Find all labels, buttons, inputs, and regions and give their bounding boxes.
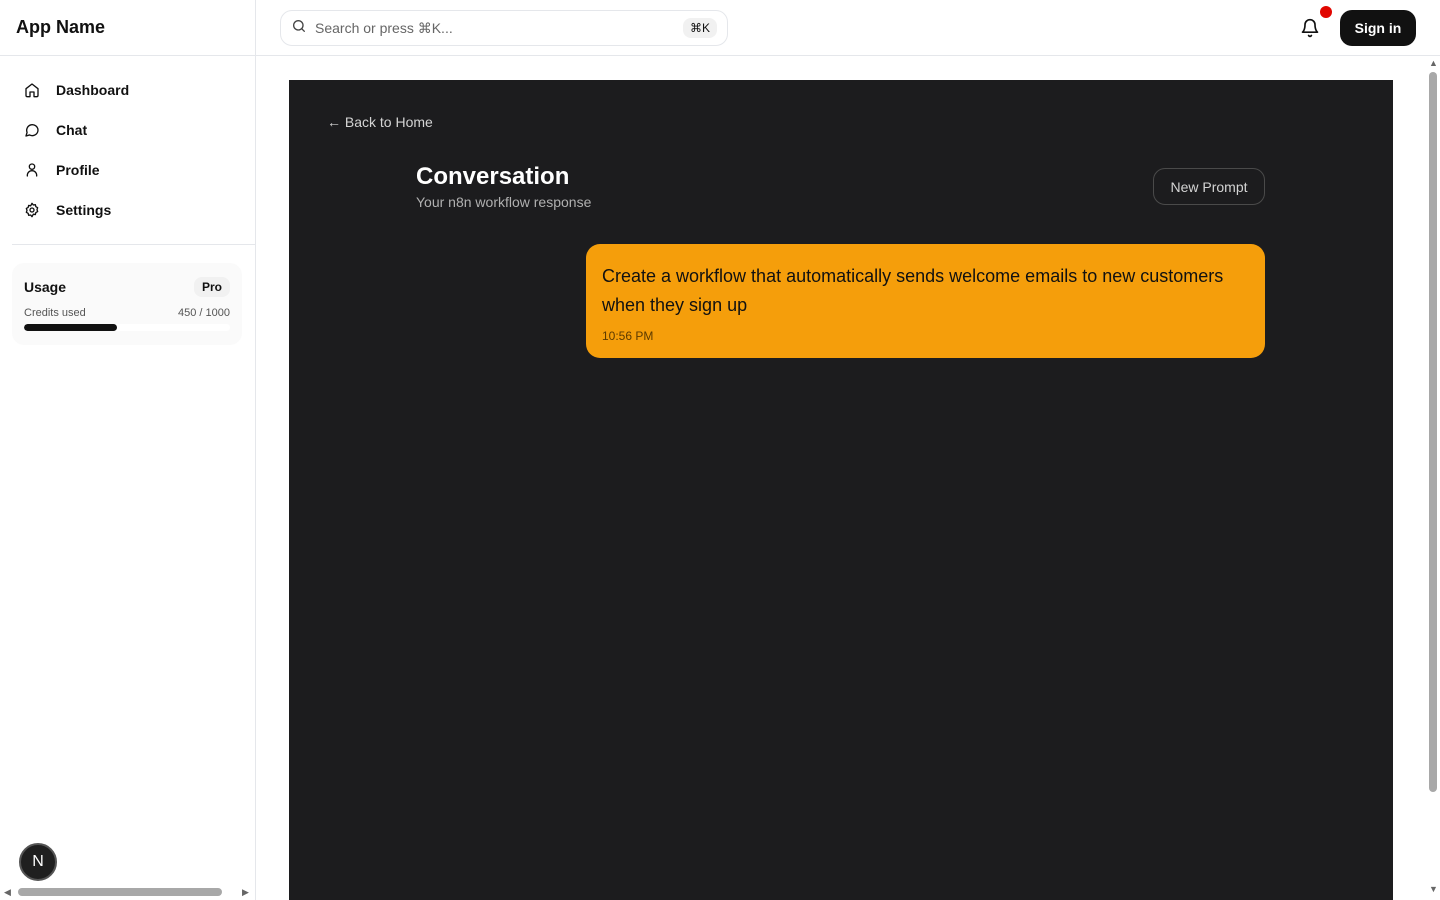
sign-in-button[interactable]: Sign in	[1340, 10, 1416, 46]
scroll-right-icon[interactable]: ▶	[242, 887, 249, 898]
sidebar-item-label: Dashboard	[56, 82, 130, 98]
conversation-panel: ← Back to Home Conversation Your n8n wor…	[289, 80, 1393, 900]
message-timestamp: 10:56 PM	[602, 329, 654, 343]
notification-dot	[1320, 6, 1332, 18]
sidebar-item-chat[interactable]: Chat	[12, 110, 243, 150]
chat-icon	[24, 122, 40, 138]
user-icon	[24, 162, 40, 178]
gear-icon	[24, 202, 40, 218]
scroll-up-icon[interactable]: ▲	[1429, 58, 1438, 68]
sidebar: App Name Dashboard Chat Profile Settings	[0, 0, 256, 900]
back-to-home-link[interactable]: ← Back to Home	[327, 114, 433, 130]
home-icon	[24, 82, 40, 98]
page-subtitle: Your n8n workflow response	[416, 194, 592, 210]
scroll-left-icon[interactable]: ◀	[4, 887, 11, 898]
search-box[interactable]: ⌘K	[280, 10, 728, 46]
search-input[interactable]	[315, 20, 655, 36]
credits-progress-fill	[24, 324, 117, 331]
credits-value: 450 / 1000	[178, 307, 230, 319]
scrollbar-thumb[interactable]	[1429, 72, 1437, 792]
message-text: Create a workflow that automatically sen…	[602, 266, 1224, 315]
avatar[interactable]: N	[19, 843, 57, 881]
sidebar-item-label: Settings	[56, 202, 112, 218]
new-prompt-button[interactable]: New Prompt	[1153, 168, 1265, 205]
usage-title: Usage	[24, 279, 67, 295]
credits-progress-bar	[24, 324, 230, 331]
sidebar-item-settings[interactable]: Settings	[12, 190, 243, 230]
top-bar: ⌘K Sign in	[256, 0, 1440, 56]
sidebar-item-dashboard[interactable]: Dashboard	[12, 70, 243, 110]
horizontal-scrollbar[interactable]: ◀ ▶	[4, 886, 252, 898]
sidebar-item-label: Profile	[56, 162, 100, 178]
app-name[interactable]: App Name	[0, 0, 255, 56]
shortcut-badge: ⌘K	[682, 18, 717, 38]
bell-icon[interactable]	[1300, 18, 1320, 38]
vertical-scrollbar[interactable]: ▲ ▼	[1426, 58, 1440, 900]
credits-label: Credits used	[24, 307, 86, 319]
user-message-bubble: Create a workflow that automatically sen…	[586, 244, 1265, 358]
scrollbar-thumb[interactable]	[18, 888, 222, 896]
scroll-down-icon[interactable]: ▼	[1429, 884, 1438, 894]
sidebar-divider	[12, 244, 255, 245]
sidebar-nav: Dashboard Chat Profile Settings	[0, 56, 255, 230]
sidebar-item-profile[interactable]: Profile	[12, 150, 243, 190]
plan-badge: Pro	[193, 277, 230, 297]
search-icon	[291, 18, 307, 39]
sidebar-item-label: Chat	[56, 122, 88, 138]
page-title: Conversation	[416, 163, 570, 190]
usage-card: Usage Pro Credits used 450 / 1000	[12, 263, 242, 345]
